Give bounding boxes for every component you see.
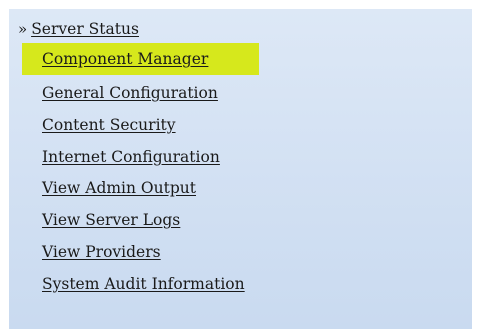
nav-link-label: View Admin Output [42, 179, 196, 197]
nav-link-content-security[interactable]: Content Security [42, 112, 176, 138]
nav-link-system-audit-information[interactable]: System Audit Information [42, 271, 245, 297]
nav-link-label: System Audit Information [42, 275, 245, 293]
nav-link-internet-configuration[interactable]: Internet Configuration [42, 144, 220, 170]
admin-nav-panel: » Server Status Component Manager General… [9, 9, 472, 329]
nav-link-view-admin-output[interactable]: View Admin Output [42, 175, 196, 201]
nav-link-label: View Providers [42, 243, 161, 261]
nav-link-view-providers[interactable]: View Providers [42, 239, 161, 265]
nav-link-label: Server Status [31, 20, 139, 38]
nav-link-label: Content Security [42, 116, 176, 134]
nav-link-view-server-logs[interactable]: View Server Logs [42, 207, 180, 233]
nav-link-label: Internet Configuration [42, 148, 220, 166]
nav-link-server-status[interactable]: » Server Status [18, 16, 139, 42]
nav-link-general-configuration[interactable]: General Configuration [42, 80, 218, 106]
nav-link-label: General Configuration [42, 84, 218, 102]
nav-link-label: View Server Logs [42, 211, 181, 229]
nav-link-label: Component Manager [42, 50, 209, 68]
nav-link-component-manager[interactable]: Component Manager [42, 46, 208, 72]
double-chevron-right-icon: » [18, 20, 28, 38]
